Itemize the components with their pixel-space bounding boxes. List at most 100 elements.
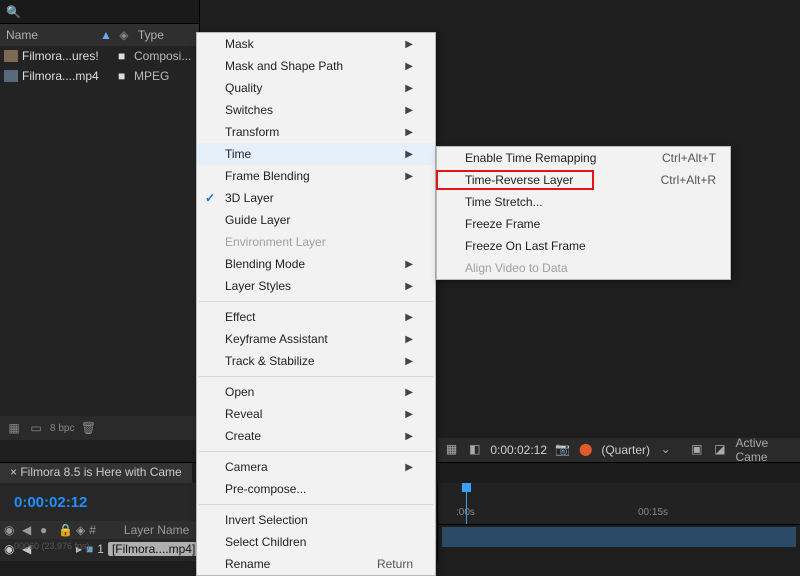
project-row[interactable]: Filmora....mp4 ■ MPEG [0,66,199,86]
trash-icon[interactable]: 🗑 [80,421,96,435]
menu-item-frame-blending[interactable]: Frame Blending▶ [197,165,435,187]
menu-item-transform[interactable]: Transform▶ [197,121,435,143]
bpc-indicator[interactable]: 8 bpc [50,423,74,434]
snapshot-icon[interactable]: 📷 [555,442,570,458]
menu-item-blending-mode[interactable]: Blending Mode▶ [197,253,435,275]
submenu-item-label: Align Video to Data [465,261,716,275]
menu-item-reveal[interactable]: Reveal▶ [197,403,435,425]
column-type[interactable]: Type [132,28,199,42]
file-type: Composi... [134,49,199,63]
submenu-item-align-video-to-data: Align Video to Data [437,257,730,279]
menu-item-create[interactable]: Create▶ [197,425,435,447]
audio-column-icon[interactable]: ◀ [22,523,36,537]
lock-column-icon[interactable]: 🔒 [58,523,72,537]
layer-name[interactable]: [Filmora....mp4] [108,542,199,556]
chevron-down-icon[interactable]: ⌄ [658,442,673,458]
submenu-arrow-icon: ▶ [405,281,413,292]
menu-item-label: Select Children [225,535,413,549]
view2-icon[interactable]: ◪ [712,442,727,458]
menu-item-3d-layer[interactable]: ✓ 3D Layer [197,187,435,209]
interpret-icon[interactable]: ▦ [6,421,22,435]
menu-item-label: Transform [225,125,405,139]
menu-item-label: Open [225,385,405,399]
submenu-arrow-icon: ▶ [405,83,413,94]
menu-item-select-children[interactable]: Select Children [197,531,435,553]
submenu-arrow-icon: ▶ [405,387,413,398]
submenu-item-freeze-on-last-frame[interactable]: Freeze On Last Frame [437,235,730,257]
label-column-icon[interactable]: ◈ [76,523,85,537]
submenu-arrow-icon: ▶ [405,105,413,116]
submenu-shortcut: Ctrl+Alt+R [661,173,716,187]
project-column-header[interactable]: Name ▲ ◈ Type [0,24,199,46]
menu-item-layer-styles[interactable]: Layer Styles▶ [197,275,435,297]
menu-item-guide-layer[interactable]: Guide Layer [197,209,435,231]
grid-icon[interactable]: ▦ [444,442,459,458]
submenu-arrow-icon: ▶ [405,409,413,420]
menu-item-label: Frame Blending [225,169,405,183]
menu-item-time[interactable]: Time▶ [197,143,435,165]
layer-track-bar[interactable] [442,527,796,547]
project-search-row: 🔍 [0,0,199,24]
project-search-input[interactable] [27,5,199,19]
check-icon: ✓ [205,191,215,205]
solo-column-icon[interactable]: ● [40,523,54,537]
preview-time[interactable]: 0:00:02:12 [490,443,547,457]
menu-item-quality[interactable]: Quality▶ [197,77,435,99]
tab-composition[interactable]: × Filmora 8.5 is Here with Came [0,463,192,483]
menu-item-keyframe-assistant[interactable]: Keyframe Assistant▶ [197,328,435,350]
submenu-item-label: Time Stretch... [465,195,716,209]
menu-item-label: Guide Layer [225,213,413,227]
menu-item-switches[interactable]: Switches▶ [197,99,435,121]
submenu-arrow-icon: ▶ [405,171,413,182]
submenu-shortcut: Ctrl+Alt+T [662,151,716,165]
view-icon[interactable]: ▣ [689,442,704,458]
menu-item-effect[interactable]: Effect▶ [197,306,435,328]
menu-item-mask[interactable]: Mask▶ [197,33,435,55]
submenu-item-time-reverse-layer[interactable]: Time-Reverse LayerCtrl+Alt+R [437,169,730,191]
color-icon[interactable]: ⬤ [578,442,593,458]
menu-item-label: Blending Mode [225,257,405,271]
menu-item-label: Track & Stabilize [225,354,405,368]
movie-icon [4,70,18,82]
submenu-arrow-icon: ▶ [405,312,413,323]
menu-item-label: Environment Layer [225,235,413,249]
menu-item-camera[interactable]: Camera▶ [197,456,435,478]
menu-item-label: Effect [225,310,405,324]
submenu-arrow-icon: ▶ [405,462,413,473]
project-row[interactable]: Filmora...ures! ■ Composi... [0,46,199,66]
menu-item-track-stabilize[interactable]: Track & Stabilize▶ [197,350,435,372]
tag-icon[interactable]: ◈ [116,28,132,42]
menu-item-label: 3D Layer [225,191,413,205]
submenu-item-label: Freeze On Last Frame [465,239,716,253]
timeline-ruler[interactable]: :00s 00:15s [438,483,800,525]
submenu-arrow-icon: ▶ [405,334,413,345]
menu-item-label: Create [225,429,405,443]
active-camera-dropdown[interactable]: Active Came [736,436,800,464]
submenu-item-time-stretch-[interactable]: Time Stretch... [437,191,730,213]
eye-column-icon[interactable]: ◉ [4,523,18,537]
mask-toggle-icon[interactable]: ◧ [467,442,482,458]
project-footer: ▦ ▭ 8 bpc 🗑 [0,416,199,440]
menu-item-pre-compose-[interactable]: Pre-compose... [197,478,435,500]
menu-item-open[interactable]: Open▶ [197,381,435,403]
menu-item-label: Time [225,147,405,161]
project-panel: 🔍 Name ▲ ◈ Type Filmora...ures! ■ Compos… [0,0,200,440]
menu-item-mask-and-shape-path[interactable]: Mask and Shape Path▶ [197,55,435,77]
resolution-dropdown[interactable]: (Quarter) [601,443,650,457]
column-name[interactable]: Name [0,28,100,42]
playhead-framerate: 00060 (23.976 fps) [14,541,90,551]
folder-icon[interactable]: ▭ [28,421,44,435]
submenu-arrow-icon: ▶ [405,61,413,72]
sort-arrow-icon[interactable]: ▲ [100,28,112,42]
playhead-time[interactable]: 0:00:02:12 [14,494,87,511]
file-name: Filmora...ures! [22,49,118,63]
submenu-item-enable-time-remapping[interactable]: Enable Time RemappingCtrl+Alt+T [437,147,730,169]
menu-item-invert-selection[interactable]: Invert Selection [197,509,435,531]
time-submenu: Enable Time RemappingCtrl+Alt+TTime-Reve… [436,146,731,280]
index-column[interactable]: # [89,523,96,537]
menu-item-label: Reveal [225,407,405,421]
search-icon: 🔍 [6,5,21,19]
menu-item-rename[interactable]: RenameReturn [197,553,435,575]
submenu-item-freeze-frame[interactable]: Freeze Frame [437,213,730,235]
timeline-right: :00s 00:15s [438,483,800,561]
